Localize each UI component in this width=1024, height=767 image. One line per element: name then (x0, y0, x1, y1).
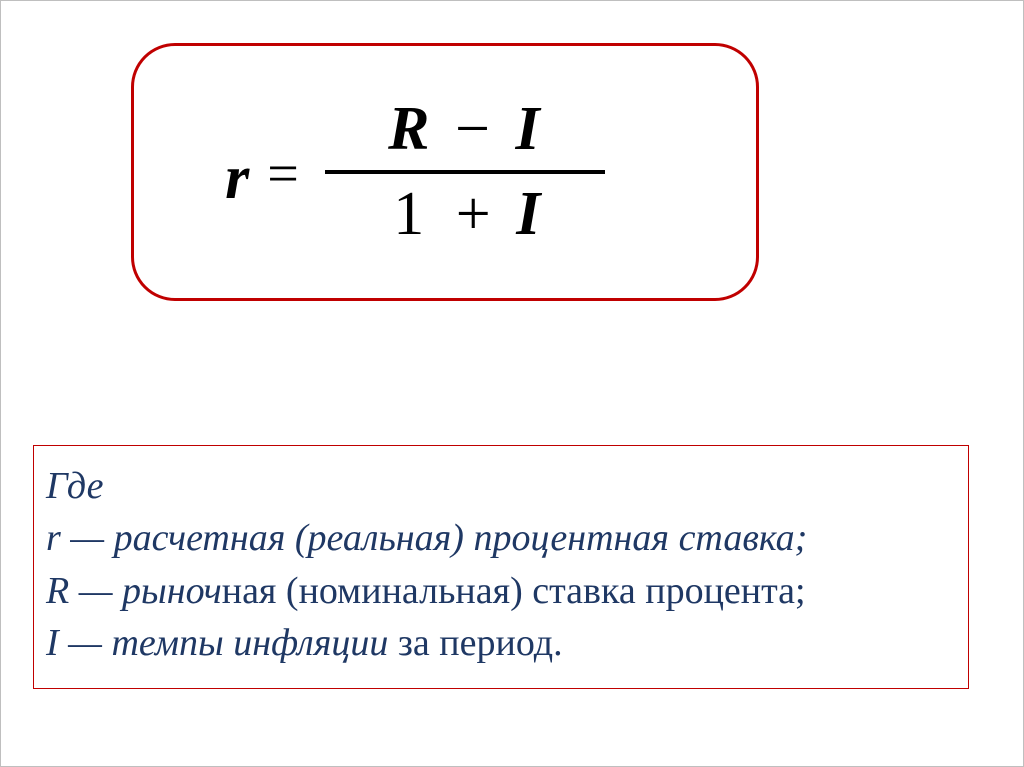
var-i: I — темпы инфляции (46, 622, 388, 664)
where-label: Где (46, 465, 103, 507)
denominator-left: 1 (387, 180, 432, 248)
var-r: r — (46, 517, 114, 559)
numerator-left: R (388, 95, 431, 163)
denominator: 1 + I (377, 180, 552, 249)
var-big-r: R — рыноч (46, 570, 222, 612)
desc-i: за период. (388, 622, 562, 664)
equals-sign: = (267, 142, 299, 206)
legend-line-r: r — расчетная (реальная) процентная став… (46, 512, 956, 564)
fraction-bar (325, 170, 605, 174)
legend-box: Где r — расчетная (реальная) процентная … (33, 445, 969, 689)
desc-r: расчетная (реальная) процентная ставка; (114, 517, 808, 559)
legend-line-big-r: R — рыночная (номинальная) ставка процен… (46, 565, 956, 617)
numerator: R − I (378, 95, 551, 164)
formula: r = R − I 1 + I (225, 95, 605, 249)
fraction: R − I 1 + I (325, 95, 605, 249)
denominator-op: + (450, 180, 499, 248)
formula-box: r = R − I 1 + I (131, 43, 759, 301)
formula-lhs: r (225, 143, 249, 214)
numerator-op: − (449, 95, 498, 163)
desc-big-r: ная (номинальная) ставка процента; (222, 570, 806, 612)
slide: r = R − I 1 + I Где r — расчетная ( (0, 0, 1024, 767)
denominator-right: I (516, 180, 542, 248)
legend-where: Где (46, 460, 956, 512)
legend-line-i: I — темпы инфляции за период. (46, 617, 956, 669)
numerator-right: I (515, 95, 541, 163)
